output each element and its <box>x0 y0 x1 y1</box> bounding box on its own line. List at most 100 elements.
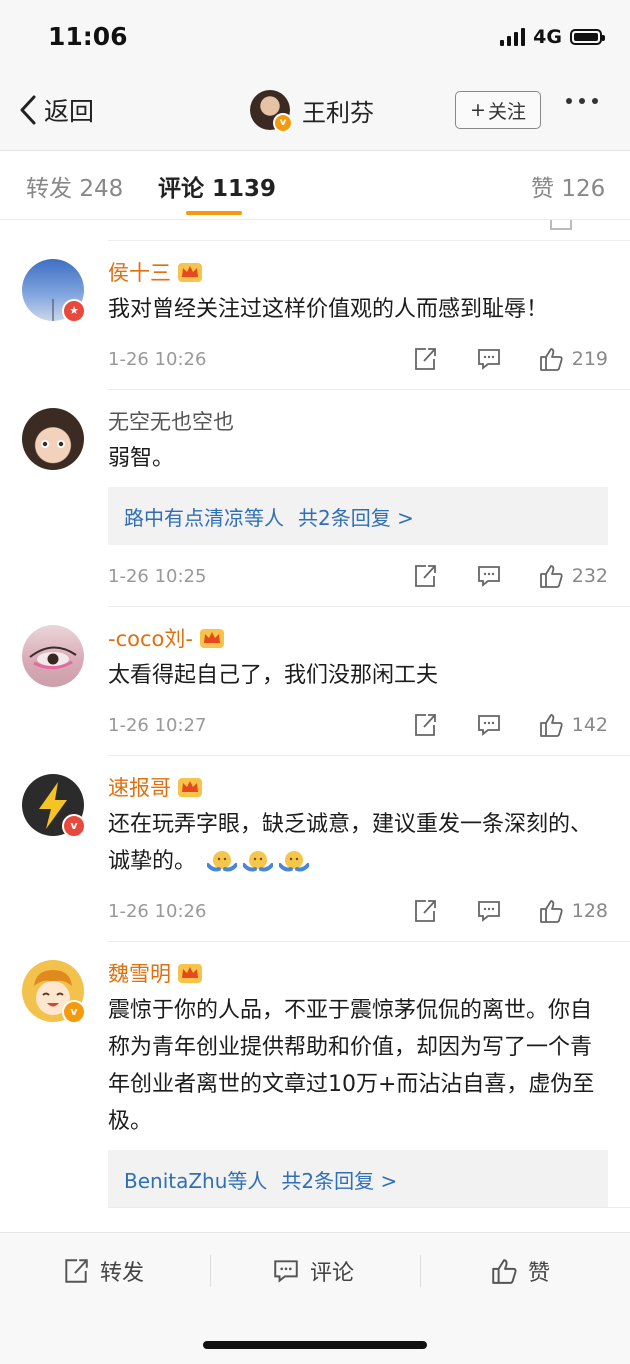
follow-label: 关注 <box>487 100 526 123</box>
share-icon[interactable] <box>412 346 438 372</box>
like-icon[interactable] <box>538 346 564 372</box>
status-indicators: 4G <box>500 26 605 48</box>
comment-text: 震惊于你的人品，不亚于震惊茅侃侃的离世。你自称为青年创业提供帮助和价值，却因为写… <box>108 998 595 1134</box>
network-label: 4G <box>533 26 562 48</box>
comment-icon <box>274 1260 298 1283</box>
tab-count: 1139 <box>212 176 277 202</box>
avatar[interactable]: ★ <box>22 259 86 323</box>
bottom-action-bar: 转发 评论 赞 <box>0 1232 630 1364</box>
status-time: 11:06 <box>48 22 128 51</box>
comment-button[interactable]: 评论 <box>272 1255 354 1287</box>
comment-text: 我对曾经关注过这样价值观的人而感到耻辱！ <box>108 297 549 322</box>
like-icon[interactable] <box>538 898 564 924</box>
reply-authors: 路中有点清凉等人 <box>124 505 284 530</box>
share-icon[interactable] <box>412 712 438 738</box>
comment-icon[interactable] <box>476 898 502 924</box>
v-badge-icon: v <box>62 814 86 838</box>
share-icon[interactable] <box>412 563 438 589</box>
tab-count: 248 <box>79 176 124 202</box>
chevron-left-icon <box>20 95 36 125</box>
comment-author[interactable]: 魏雪明 <box>108 958 171 988</box>
status-bar: 11:06 4G <box>0 0 630 72</box>
comment-author[interactable]: -coco刘- <box>108 623 193 653</box>
comment-list[interactable]: ★ 侯十三 我对曾经关注过这样价值观的人而感到耻辱！ 1-26 10:26 21… <box>0 220 630 1232</box>
comment-item: 无空无也空也 弱智。 路中有点清凉等人 共2条回复 > 1-26 10:25 2… <box>0 390 630 607</box>
reply-count: 共2条回复 > <box>298 505 414 530</box>
eye-avatar-icon <box>29 646 77 670</box>
active-tab-indicator <box>186 211 242 215</box>
repost-button[interactable]: 转发 <box>62 1255 144 1287</box>
comment-time: 1-26 10:27 <box>108 714 207 736</box>
divider <box>420 1255 421 1287</box>
comment-time: 1-26 10:25 <box>108 565 207 587</box>
tab-label: 转发 <box>26 176 72 202</box>
avatar[interactable] <box>22 408 84 470</box>
profile-header[interactable]: v 王利芬 <box>250 90 374 133</box>
shrug-emoji-icon <box>207 849 310 875</box>
comment-label: 评论 <box>310 1261 355 1286</box>
like-count: 232 <box>571 565 608 587</box>
comment-text-body: 还在玩弄字眼，缺乏诚意，建议重发一条深刻的、诚挚的。 <box>108 812 593 874</box>
avatar[interactable]: v <box>22 774 86 838</box>
comment-text: 太看得起自己了，我们没那闲工夫 <box>108 663 439 688</box>
back-label: 返回 <box>44 97 95 126</box>
child-avatar-icon <box>41 440 65 448</box>
like-count: 128 <box>571 900 608 922</box>
comment-item: v 魏雪明 震惊于你的人品，不亚于震惊茅侃侃的离世。你自称为青年创业提供帮助和价… <box>0 942 630 1208</box>
crown-icon <box>199 629 224 648</box>
share-icon[interactable] <box>412 898 438 924</box>
comment-item: -coco刘- 太看得起自己了，我们没那闲工夫 1-26 10:27 142 <box>0 607 630 756</box>
tab-label: 赞 <box>531 176 554 202</box>
follow-button[interactable]: + 关注 <box>455 91 541 129</box>
replies-link[interactable]: BenitaZhu等人 共2条回复 > <box>108 1150 608 1208</box>
share-icon <box>65 1259 88 1283</box>
avatar[interactable]: v <box>22 960 86 1024</box>
more-icon[interactable] <box>566 98 598 104</box>
comment-time: 1-26 10:26 <box>108 900 207 922</box>
crown-icon <box>178 964 202 983</box>
signal-icon <box>500 28 526 46</box>
plus-icon: + <box>470 99 486 121</box>
divider <box>210 1255 211 1287</box>
reply-count: 共2条回复 > <box>281 1168 398 1193</box>
star-badge-icon: ★ <box>62 299 86 323</box>
comment-item: ★ 侯十三 我对曾经关注过这样价值观的人而感到耻辱！ 1-26 10:26 21… <box>0 241 630 390</box>
tab-bar: 转发 248 评论 1139 赞 126 <box>0 151 630 220</box>
crown-icon <box>178 263 202 282</box>
previous-comment-edge <box>108 220 630 241</box>
replies-link[interactable]: 路中有点清凉等人 共2条回复 > <box>108 487 608 545</box>
avatar[interactable] <box>22 625 84 687</box>
tab-likes[interactable]: 赞 126 <box>531 169 605 203</box>
tab-reposts[interactable]: 转发 248 <box>26 169 123 203</box>
like-count: 219 <box>571 348 608 370</box>
like-icon[interactable] <box>538 563 564 589</box>
tab-comments[interactable]: 评论 1139 <box>158 169 276 203</box>
like-button[interactable]: 赞 <box>490 1255 550 1287</box>
back-button[interactable]: 返回 <box>18 92 94 128</box>
profile-name: 王利芬 <box>302 98 374 127</box>
v-badge-icon: v <box>62 1000 86 1024</box>
avatar: v <box>250 90 293 133</box>
battery-icon <box>570 29 605 45</box>
comment-text: 弱智。 <box>108 446 175 471</box>
repost-label: 转发 <box>100 1261 145 1286</box>
like-icon[interactable] <box>538 712 564 738</box>
like-count: 142 <box>571 714 608 736</box>
comment-text: 还在玩弄字眼，缺乏诚意，建议重发一条深刻的、诚挚的。 <box>108 806 608 880</box>
tab-count: 126 <box>561 176 606 202</box>
comment-author[interactable]: 无空无也空也 <box>108 406 234 436</box>
comment-time: 1-26 10:26 <box>108 348 207 370</box>
reply-authors: BenitaZhu等人 <box>124 1168 268 1193</box>
tab-label: 评论 <box>158 176 204 202</box>
comment-item: v 速报哥 还在玩弄字眼，缺乏诚意，建议重发一条深刻的、诚挚的。 1-26 10… <box>0 756 630 942</box>
like-icon <box>492 1259 517 1284</box>
home-indicator[interactable] <box>203 1341 427 1349</box>
comment-author[interactable]: 侯十三 <box>108 257 171 287</box>
comment-icon[interactable] <box>476 346 502 372</box>
crown-icon <box>178 778 202 797</box>
nav-bar: 返回 v 王利芬 + 关注 <box>0 72 630 151</box>
comment-icon[interactable] <box>476 712 502 738</box>
verified-icon: v <box>273 113 293 133</box>
comment-icon[interactable] <box>476 563 502 589</box>
comment-author[interactable]: 速报哥 <box>108 772 171 802</box>
